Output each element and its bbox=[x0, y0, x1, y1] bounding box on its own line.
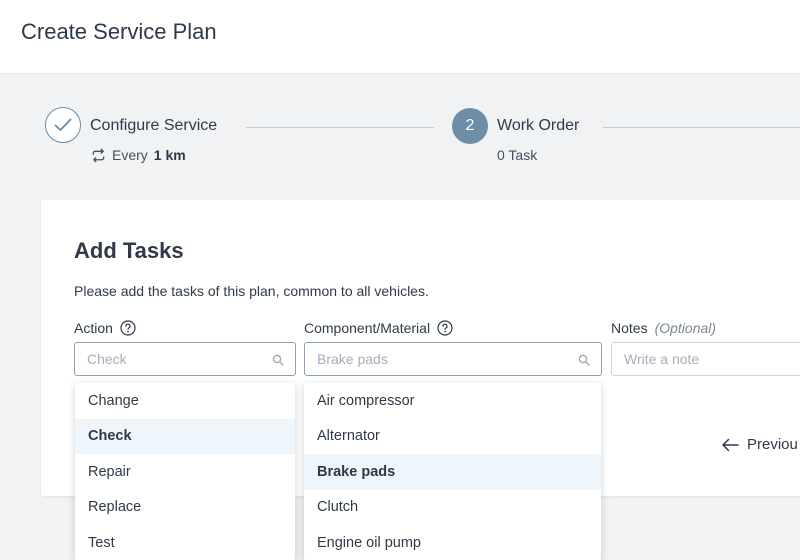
step-1-subtitle: Every 1 km bbox=[91, 147, 186, 163]
search-icon bbox=[272, 354, 284, 366]
action-option[interactable]: Replace bbox=[75, 490, 295, 526]
component-label-text: Component/Material bbox=[304, 320, 431, 336]
arrow-left-icon bbox=[722, 438, 739, 451]
page-title: Create Service Plan bbox=[21, 19, 217, 44]
action-option[interactable]: Change bbox=[75, 383, 295, 419]
component-dropdown: Air compressor Alternator Brake pads Clu… bbox=[304, 383, 601, 560]
action-option[interactable]: Repair bbox=[75, 454, 295, 490]
component-option[interactable]: Alternator bbox=[304, 419, 601, 455]
action-option-selected[interactable]: Check bbox=[75, 418, 295, 454]
step-2-subtitle: 0 Task bbox=[497, 147, 538, 163]
notes-input[interactable] bbox=[612, 343, 800, 375]
top-bar: Create Service Plan bbox=[0, 0, 800, 74]
card-title: Add Tasks bbox=[74, 238, 184, 263]
notes-label-text: Notes bbox=[611, 320, 648, 336]
step-2-indicator[interactable]: 2 bbox=[452, 108, 488, 144]
check-icon bbox=[54, 118, 72, 131]
optional-tag: (Optional) bbox=[654, 320, 717, 336]
component-search-field bbox=[304, 342, 602, 376]
step-connector bbox=[603, 127, 800, 128]
component-option[interactable]: Air compressor bbox=[304, 383, 601, 419]
action-search-field bbox=[74, 342, 296, 376]
step-1-indicator[interactable] bbox=[45, 107, 81, 143]
previous-label: Previou bbox=[747, 436, 798, 453]
help-icon[interactable] bbox=[437, 320, 453, 336]
component-option-selected[interactable]: Brake pads bbox=[304, 454, 601, 490]
card-description: Please add the tasks of this plan, commo… bbox=[74, 283, 429, 299]
action-input[interactable] bbox=[75, 343, 295, 375]
stepper: Configure Service Every 1 km 2 Work Order… bbox=[0, 100, 800, 180]
component-label: Component/Material bbox=[304, 320, 453, 336]
component-input[interactable] bbox=[305, 343, 601, 375]
action-dropdown: Change Check Repair Replace Test bbox=[75, 383, 295, 560]
notes-field bbox=[611, 342, 800, 376]
step-connector bbox=[246, 127, 434, 128]
search-icon bbox=[578, 354, 590, 366]
interval-prefix: Every bbox=[112, 147, 148, 163]
repeat-icon bbox=[92, 147, 105, 163]
component-option[interactable]: Engine oil pump bbox=[304, 525, 601, 560]
previous-button[interactable]: Previou bbox=[721, 436, 798, 453]
help-icon[interactable] bbox=[120, 320, 136, 336]
action-label: Action bbox=[74, 320, 136, 336]
notes-label: Notes (Optional) bbox=[611, 320, 716, 336]
action-option[interactable]: Test bbox=[75, 525, 295, 560]
component-option[interactable]: Clutch bbox=[304, 490, 601, 526]
interval-value: 1 km bbox=[153, 147, 186, 163]
step-2-title: Work Order bbox=[497, 117, 580, 134]
step-1-title: Configure Service bbox=[90, 117, 218, 134]
action-label-text: Action bbox=[74, 320, 113, 336]
